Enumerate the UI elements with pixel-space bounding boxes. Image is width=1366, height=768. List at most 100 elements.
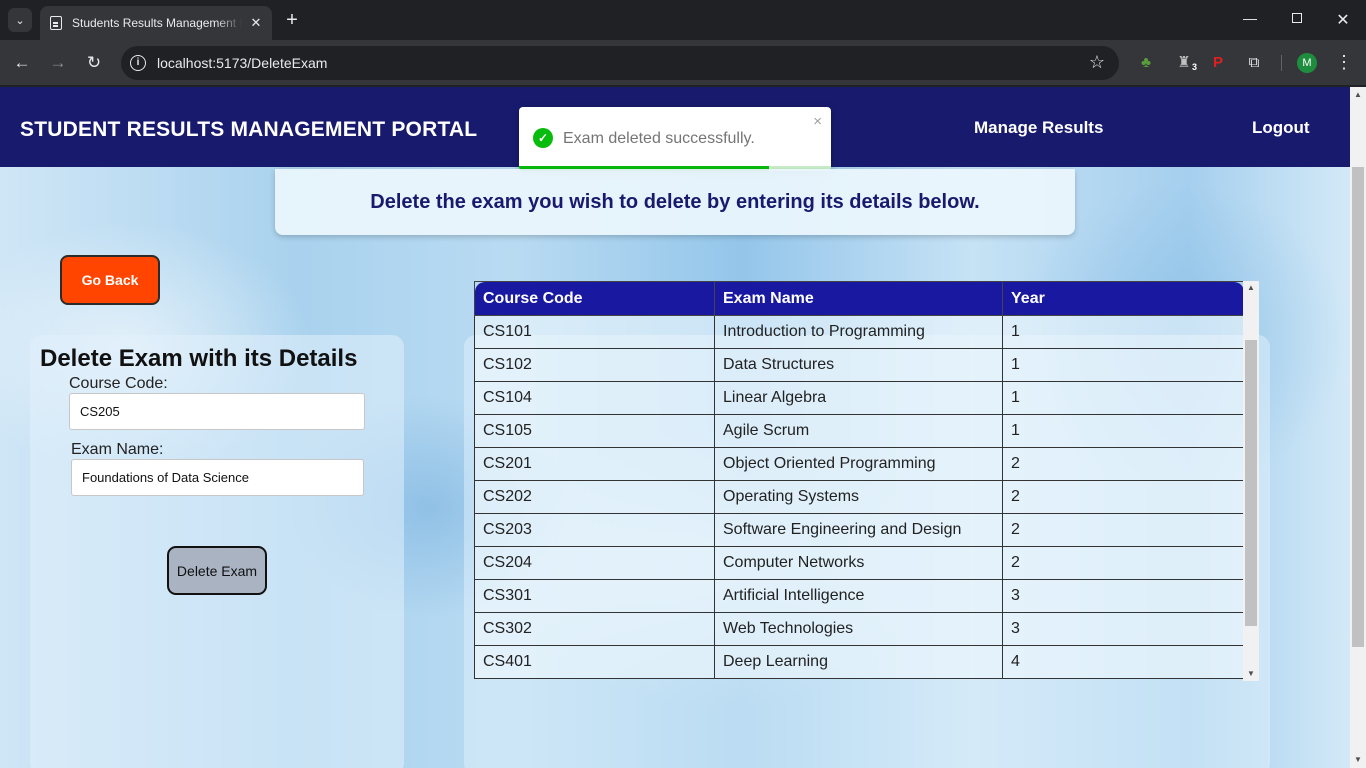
header-year: Year xyxy=(1002,281,1244,316)
cell-course-code: CS105 xyxy=(474,414,715,448)
table-row: CS201 Object Oriented Programming 2 xyxy=(474,447,1244,481)
table-row: CS204 Computer Networks 2 xyxy=(474,546,1244,580)
table-row: CS104 Linear Algebra 1 xyxy=(474,381,1244,415)
exams-table: Course Code Exam Name Year CS101 Introduc… xyxy=(474,281,1244,679)
page-scroll-down-arrow-icon[interactable]: ▼ xyxy=(1350,752,1366,768)
pinterest-extension-icon[interactable]: P xyxy=(1208,53,1228,73)
tab-search-chevron-icon[interactable]: ⌄ xyxy=(8,8,32,32)
table-row: CS401 Deep Learning 4 xyxy=(474,645,1244,679)
cell-exam-name: Introduction to Programming xyxy=(714,315,1003,349)
cell-exam-name: Data Structures xyxy=(714,348,1003,382)
address-url[interactable]: localhost:5173/DeleteExam xyxy=(157,55,327,71)
scroll-up-arrow-icon[interactable]: ▲ xyxy=(1243,281,1259,295)
browser-tab-active[interactable]: Students Results Management Portal ✕ xyxy=(40,6,272,40)
cell-course-code: CS101 xyxy=(474,315,715,349)
course-code-label: Course Code: xyxy=(69,375,168,392)
reload-icon[interactable]: ↻ xyxy=(83,52,105,74)
cell-exam-name: Linear Algebra xyxy=(714,381,1003,415)
header-exam-name: Exam Name xyxy=(714,281,1003,316)
cell-year: 3 xyxy=(1002,612,1244,646)
profile-avatar[interactable]: M xyxy=(1297,53,1317,73)
cell-year: 4 xyxy=(1002,645,1244,679)
cell-course-code: CS203 xyxy=(474,513,715,547)
window-restore-button[interactable] xyxy=(1287,10,1307,26)
toast-message: Exam deleted successfully. xyxy=(563,130,755,147)
table-scrollbar[interactable]: ▲ ▼ xyxy=(1243,281,1259,681)
page-scrollbar-thumb[interactable] xyxy=(1352,167,1364,647)
table-scrollbar-thumb[interactable] xyxy=(1245,340,1257,626)
cell-year: 2 xyxy=(1002,546,1244,580)
exam-name-label: Exam Name: xyxy=(71,441,164,458)
tree-extension-icon[interactable]: ♣ xyxy=(1136,53,1156,73)
cell-year: 2 xyxy=(1002,480,1244,514)
cell-exam-name: Agile Scrum xyxy=(714,414,1003,448)
cell-course-code: CS401 xyxy=(474,645,715,679)
exams-table-container[interactable]: Course Code Exam Name Year CS101 Introduc… xyxy=(474,281,1260,681)
cell-year: 3 xyxy=(1002,579,1244,613)
instruction-banner: Delete the exam you wish to delete by en… xyxy=(275,169,1075,235)
cell-course-code: CS102 xyxy=(474,348,715,382)
cell-year: 1 xyxy=(1002,315,1244,349)
table-row: CS101 Introduction to Programming 1 xyxy=(474,315,1244,349)
new-tab-button[interactable]: + xyxy=(282,8,302,32)
window-minimize-button[interactable]: — xyxy=(1240,10,1260,26)
cell-course-code: CS302 xyxy=(474,612,715,646)
extensions-puzzle-icon[interactable]: ⧉ xyxy=(1244,53,1264,73)
table-row: CS301 Artificial Intelligence 3 xyxy=(474,579,1244,613)
cell-exam-name: Operating Systems xyxy=(714,480,1003,514)
page-scroll-up-arrow-icon[interactable]: ▲ xyxy=(1350,87,1366,103)
instruction-text: Delete the exam you wish to delete by en… xyxy=(370,191,980,213)
cell-course-code: CS201 xyxy=(474,447,715,481)
brand-title[interactable]: STUDENT RESULTS MANAGEMENT PORTAL xyxy=(20,118,477,142)
cell-year: 1 xyxy=(1002,414,1244,448)
cell-exam-name: Web Technologies xyxy=(714,612,1003,646)
table-row: CS102 Data Structures 1 xyxy=(474,348,1244,382)
table-row: CS203 Software Engineering and Design 2 xyxy=(474,513,1244,547)
cell-year: 1 xyxy=(1002,381,1244,415)
table-row: CS202 Operating Systems 2 xyxy=(474,480,1244,514)
delete-exam-button[interactable]: Delete Exam xyxy=(167,546,267,595)
cell-exam-name: Artificial Intelligence xyxy=(714,579,1003,613)
cell-course-code: CS204 xyxy=(474,546,715,580)
table-row: CS302 Web Technologies 3 xyxy=(474,612,1244,646)
back-arrow-icon[interactable]: ← xyxy=(11,52,33,74)
cell-course-code: CS202 xyxy=(474,480,715,514)
toast-close-icon[interactable]: × xyxy=(813,113,822,130)
cell-exam-name: Software Engineering and Design xyxy=(714,513,1003,547)
course-code-input[interactable] xyxy=(69,393,365,430)
success-toast[interactable]: ✓ Exam deleted successfully. × xyxy=(519,107,831,171)
tab-close-icon[interactable]: ✕ xyxy=(248,15,264,31)
window-close-button[interactable]: ✕ xyxy=(1333,10,1353,30)
extension-badge-icon[interactable]: ♜ 3 xyxy=(1174,53,1198,77)
cell-course-code: CS104 xyxy=(474,381,715,415)
cell-year: 2 xyxy=(1002,513,1244,547)
table-row: CS105 Agile Scrum 1 xyxy=(474,414,1244,448)
cell-exam-name: Object Oriented Programming xyxy=(714,447,1003,481)
nav-logout[interactable]: Logout xyxy=(1252,118,1310,138)
browser-menu-icon[interactable]: ⋮ xyxy=(1334,52,1354,73)
extension-badge-count: 3 xyxy=(1190,57,1198,77)
cell-year: 2 xyxy=(1002,447,1244,481)
header-course-code: Course Code xyxy=(474,281,715,316)
nav-manage-results[interactable]: Manage Results xyxy=(974,118,1103,138)
go-back-button[interactable]: Go Back xyxy=(60,255,160,305)
address-bar[interactable]: i localhost:5173/DeleteExam ☆ xyxy=(121,46,1119,80)
bookmark-star-icon[interactable]: ☆ xyxy=(1089,52,1105,73)
page-favicon-icon xyxy=(50,16,62,30)
site-info-icon[interactable]: i xyxy=(130,55,146,71)
delete-exam-form: Delete Exam with its Details Course Code… xyxy=(30,335,404,768)
scroll-down-arrow-icon[interactable]: ▼ xyxy=(1243,667,1259,681)
tab-title: Students Results Management Portal xyxy=(72,16,242,30)
table-header-row: Course Code Exam Name Year xyxy=(474,281,1244,316)
page-scrollbar[interactable]: ▲ ▼ xyxy=(1350,87,1366,768)
cell-course-code: CS301 xyxy=(474,579,715,613)
cell-year: 1 xyxy=(1002,348,1244,382)
exam-name-input[interactable] xyxy=(71,459,364,496)
forward-arrow-icon[interactable]: → xyxy=(47,52,69,74)
form-title: Delete Exam with its Details xyxy=(40,345,358,372)
toolbar-divider xyxy=(1281,55,1282,71)
cell-exam-name: Deep Learning xyxy=(714,645,1003,679)
cell-exam-name: Computer Networks xyxy=(714,546,1003,580)
check-circle-icon: ✓ xyxy=(533,128,553,148)
browser-tabstrip: ⌄ Students Results Management Portal ✕ +… xyxy=(0,0,1366,40)
